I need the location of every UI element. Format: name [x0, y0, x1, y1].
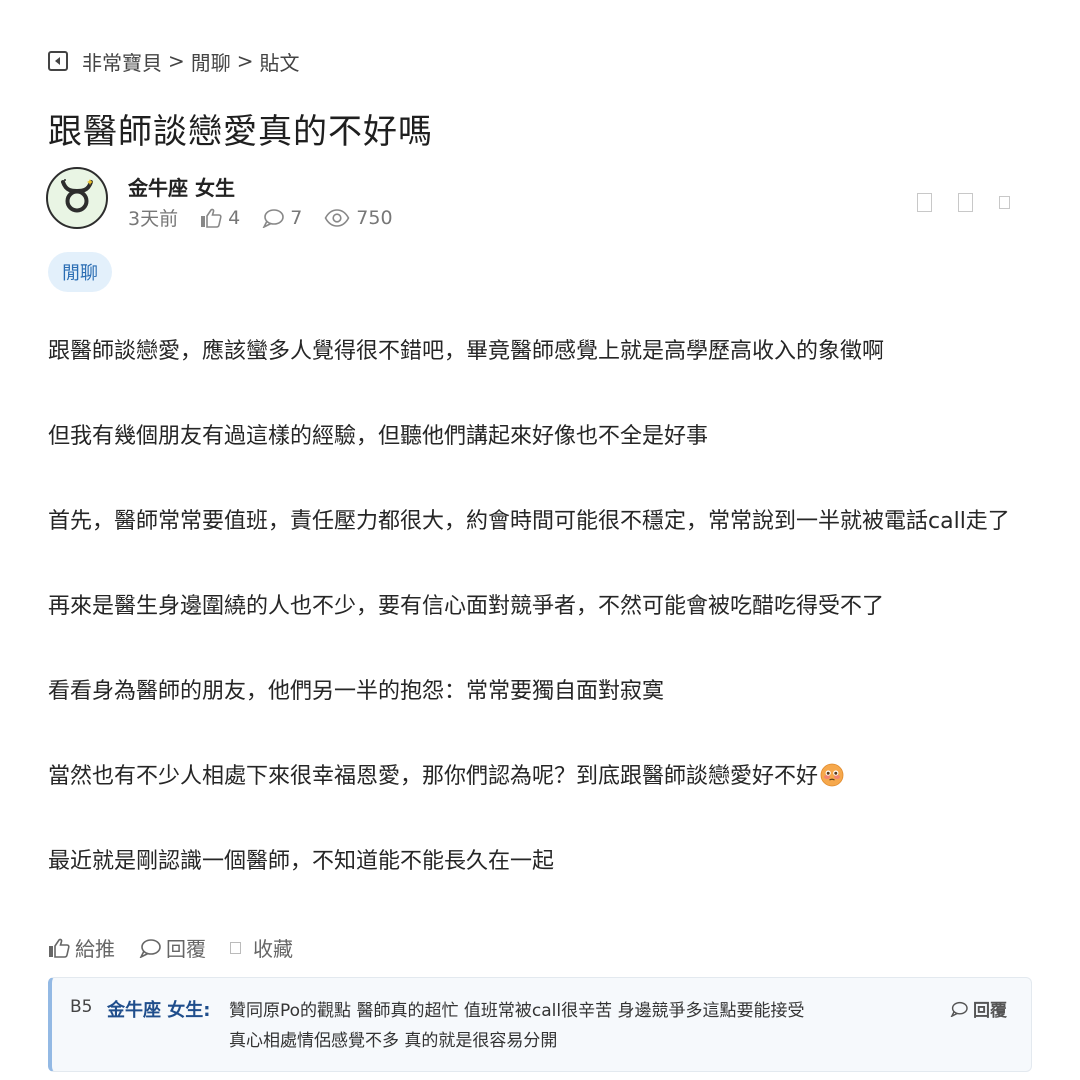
favorite-button[interactable]: 收藏	[230, 933, 293, 962]
favorite-button-label: 收藏	[253, 937, 293, 961]
back-icon[interactable]	[48, 51, 68, 71]
like-count-value: 4	[228, 206, 241, 229]
comment-floor: B5	[70, 997, 93, 1017]
eye-icon	[324, 208, 350, 227]
reply-button[interactable]: 回覆	[139, 933, 206, 962]
taurus-icon	[57, 176, 97, 220]
like-button[interactable]: 給推	[48, 933, 115, 962]
post-paragraph: 跟醫師談戀愛，應該蠻多人覺得很不錯吧，畢竟醫師感覺上就是高學歷高收入的象徵啊	[48, 339, 885, 364]
flushed-face-emoji	[820, 763, 844, 787]
comment-text: 贊同原Po的觀點 醫師真的超忙 值班常被call很辛苦 身邊競爭多這點要能接受 …	[229, 996, 929, 1056]
post-body: 跟醫師談戀愛，應該蠻多人覺得很不錯吧，畢竟醫師感覺上就是高學歷高收入的象徵啊 但…	[48, 332, 1028, 927]
post-time: 3天前	[128, 208, 179, 230]
page-title: 跟醫師談戀愛真的不好嗎	[48, 112, 433, 152]
breadcrumb-separator: >	[236, 49, 254, 73]
more-icon[interactable]	[999, 196, 1010, 209]
breadcrumb-separator: >	[168, 49, 185, 73]
comment-icon	[262, 208, 284, 228]
post-paragraph: 首先，醫師常常要值班，責任壓力都很大，約會時間可能很不穩定，常常說到一半就被電話…	[48, 509, 1010, 534]
post-paragraph-text: 當然也有不少人相處下來很幸福恩愛，那你們認為呢？到底跟醫師談戀愛好不好	[48, 764, 819, 789]
post-toolbar	[891, 193, 1010, 212]
comment-icon	[139, 938, 161, 958]
comment-card: B5 金牛座 女生: 贊同原Po的觀點 醫師真的超忙 值班常被call很辛苦 身…	[48, 977, 1032, 1072]
post-meta: 3天前 4 7 750	[128, 204, 415, 231]
reply-button-label: 回覆	[166, 937, 206, 961]
like-count: 4	[200, 207, 240, 229]
post-paragraph: 但我有幾個朋友有過這樣的經驗，但聽他們講起來好像也不全是好事	[48, 424, 709, 449]
view-count: 750	[324, 206, 393, 229]
post-paragraph: 再來是醫生身邊圍繞的人也不少，要有信心面對競爭者，不然可能會被吃醋吃得受不了	[48, 594, 885, 619]
comment-icon	[950, 1001, 968, 1017]
post-paragraph: 最近就是剛認識一個醫師，不知道能不能長久在一起	[48, 849, 555, 874]
comment-count-value: 7	[290, 206, 303, 229]
comment-reply-label: 回覆	[973, 1001, 1007, 1021]
author-name[interactable]: 金牛座 女生	[128, 172, 235, 201]
bookmark-icon[interactable]	[917, 193, 932, 212]
thumbs-up-icon	[201, 208, 222, 228]
category-tag[interactable]: 閒聊	[48, 252, 112, 292]
breadcrumb: 非常寶貝 > 閒聊 > 貼文	[48, 46, 300, 76]
post-actions: 給推 回覆 收藏	[48, 933, 317, 962]
comment-line: 真心相處情侶感覺不多 真的就是很容易分開	[229, 1031, 558, 1051]
favorite-icon	[230, 941, 241, 954]
share-icon[interactable]	[958, 193, 973, 212]
avatar[interactable]	[46, 167, 108, 229]
view-count-value: 750	[356, 206, 393, 229]
post-paragraph: 當然也有不少人相處下來很幸福恩愛，那你們認為呢？到底跟醫師談戀愛好不好	[48, 757, 1028, 797]
thumbs-up-icon	[49, 938, 70, 958]
comment-line: 贊同原Po的觀點 醫師真的超忙 值班常被call很辛苦 身邊競爭多這點要能接受	[229, 1001, 805, 1021]
comment-count: 7	[262, 207, 302, 229]
breadcrumb-item-board[interactable]: 非常寶貝	[82, 47, 162, 76]
like-button-label: 給推	[75, 937, 115, 961]
breadcrumb-item-category[interactable]: 閒聊	[191, 47, 231, 76]
post-paragraph: 看看身為醫師的朋友，他們另一半的抱怨：常常要獨自面對寂寞	[48, 679, 665, 704]
comment-author[interactable]: 金牛座 女生:	[107, 996, 210, 1022]
breadcrumb-item-current: 貼文	[259, 50, 300, 75]
comment-reply-button[interactable]: 回覆	[950, 996, 1007, 1021]
